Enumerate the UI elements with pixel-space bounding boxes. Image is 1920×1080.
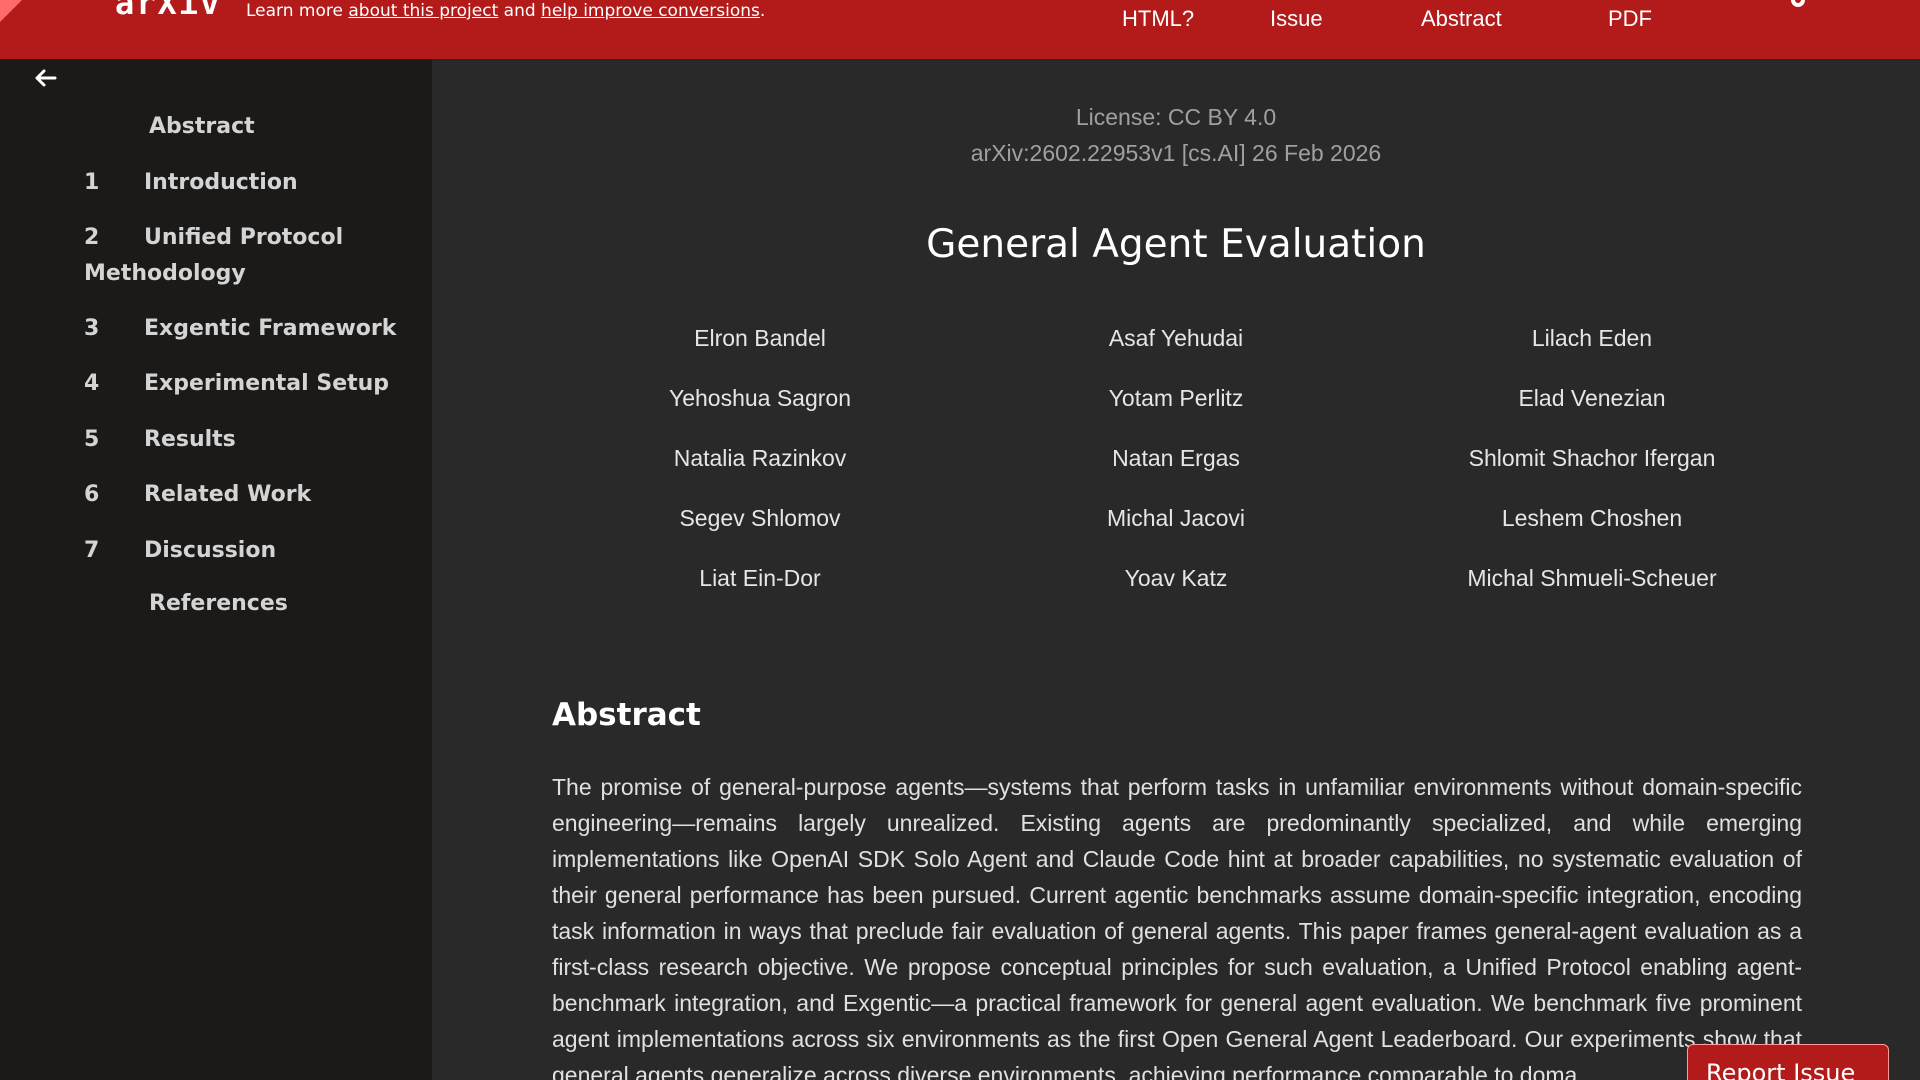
toc-number: 5 bbox=[84, 427, 100, 452]
toc-item-unified-protocol[interactable]: 2 Unified Protocol Methodology bbox=[84, 220, 424, 294]
author-name: Natalia Razinkov bbox=[673, 445, 847, 471]
toc-number: 6 bbox=[84, 482, 100, 507]
toc-number: 4 bbox=[84, 371, 100, 396]
author-name: Leshem Choshen bbox=[1501, 505, 1683, 531]
nav-abstract[interactable]: Abstract bbox=[1421, 6, 1502, 32]
report-issue-button[interactable]: Report Issue bbox=[1687, 1044, 1889, 1080]
author-name: Yotam Perlitz bbox=[1108, 385, 1244, 411]
author-name: Liat Ein-Dor bbox=[699, 565, 821, 591]
license-text: License: CC BY 4.0 bbox=[1075, 104, 1277, 130]
learn-prefix: Learn more bbox=[246, 1, 349, 21]
toc-label: Exgentic Framework bbox=[144, 316, 397, 341]
abstract-heading: Abstract bbox=[552, 697, 701, 733]
top-header: arXiv Learn more about this project and … bbox=[0, 0, 1920, 59]
nav-pdf[interactable]: PDF bbox=[1608, 6, 1652, 32]
author-name: Yehoshua Sagron bbox=[668, 385, 852, 411]
toc-number: 2 bbox=[84, 225, 100, 250]
author-name: Shlomit Shachor Ifergan bbox=[1468, 445, 1716, 471]
author-name: Elron Bandel bbox=[694, 325, 826, 351]
author-name: Yoav Katz bbox=[1124, 565, 1228, 591]
toc-label: Results bbox=[144, 427, 236, 452]
toc-item-abstract[interactable]: Abstract bbox=[149, 109, 255, 145]
author-name: Natan Ergas bbox=[1112, 445, 1240, 471]
author-name: Lilach Eden bbox=[1531, 325, 1653, 351]
author-name: Asaf Yehudai bbox=[1108, 325, 1244, 351]
toc-number: 3 bbox=[84, 316, 100, 341]
toc-number: 7 bbox=[84, 538, 100, 563]
learn-suffix: . bbox=[759, 1, 766, 21]
arxiv-logo[interactable]: arXiv bbox=[115, 0, 221, 24]
help-improve-link[interactable]: help improve conversions bbox=[541, 1, 760, 21]
learn-more-text: Learn more about this project and help i… bbox=[246, 1, 765, 21]
abstract-body: The promise of general-purpose agents—sy… bbox=[552, 774, 1802, 1080]
author-name: Segev Shlomov bbox=[679, 505, 841, 531]
author-name: Elad Venezian bbox=[1518, 385, 1666, 411]
about-project-link[interactable]: about this project bbox=[348, 1, 498, 21]
toc-item-references[interactable]: References bbox=[149, 586, 288, 622]
toc-label: Discussion bbox=[144, 538, 277, 563]
author-name: Michal Jacovi bbox=[1106, 505, 1246, 531]
logo-text: arXiv bbox=[115, 0, 222, 22]
toc-label: Introduction bbox=[144, 170, 298, 195]
toc-sidebar: Abstract 1 Introduction 2 Unified Protoc… bbox=[0, 59, 432, 1080]
toc-label: Unified Protocol bbox=[144, 225, 344, 250]
toc-number: 1 bbox=[84, 170, 100, 195]
toc-label: Related Work bbox=[144, 482, 312, 507]
nav-html-help[interactable]: HTML? bbox=[1122, 6, 1194, 32]
article-main: License: CC BY 4.0 arXiv:2602.22953v1 [c… bbox=[432, 59, 1920, 1080]
author-name: Michal Shmueli-Scheuer bbox=[1467, 565, 1717, 591]
toc-label: References bbox=[149, 591, 288, 616]
arxiv-id-text: arXiv:2602.22953v1 [cs.AI] 26 Feb 2026 bbox=[970, 140, 1382, 166]
toc-label: Abstract bbox=[149, 114, 255, 139]
header-corner-accent bbox=[0, 0, 22, 22]
toc-label-continued: Methodology bbox=[84, 261, 246, 286]
nav-issue[interactable]: Issue bbox=[1270, 6, 1323, 32]
toc-label: Experimental Setup bbox=[144, 371, 390, 396]
paper-title: General Agent Evaluation bbox=[926, 222, 1426, 267]
arrow-left-icon[interactable] bbox=[30, 63, 60, 93]
gear-icon[interactable] bbox=[1786, 0, 1810, 12]
learn-mid: and bbox=[498, 1, 542, 21]
